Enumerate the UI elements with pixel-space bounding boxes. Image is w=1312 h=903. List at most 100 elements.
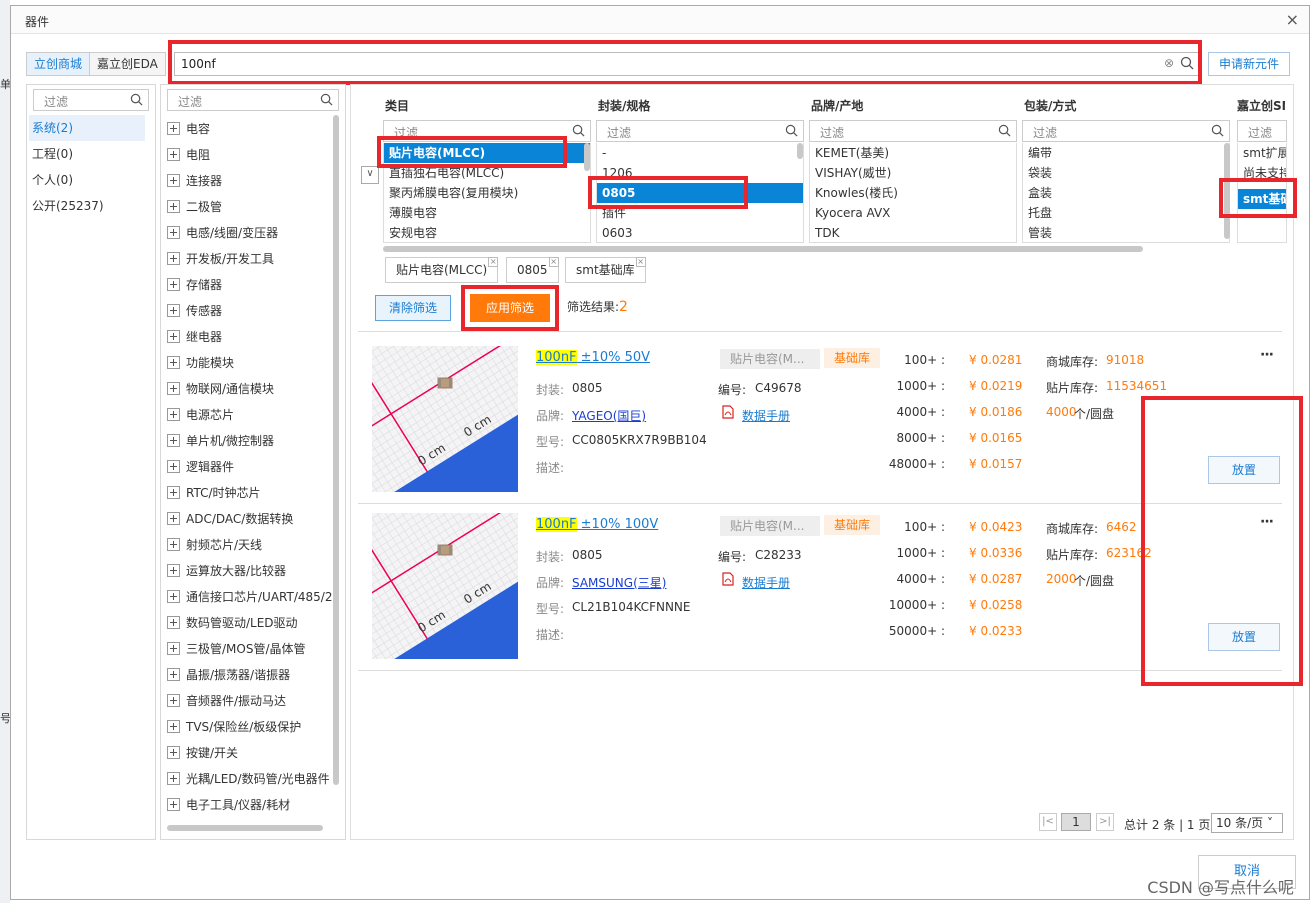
filter-option[interactable]: 1206 bbox=[597, 163, 803, 183]
expand-plus-icon[interactable] bbox=[167, 537, 180, 551]
close-icon[interactable]: × bbox=[1286, 10, 1299, 29]
prev-page-button[interactable]: |< bbox=[1039, 813, 1057, 831]
brand-link[interactable]: SAMSUNG(三星) bbox=[572, 574, 666, 591]
expand-plus-icon[interactable] bbox=[167, 121, 180, 135]
expand-plus-icon[interactable] bbox=[167, 199, 180, 213]
place-button[interactable]: 放置 bbox=[1208, 623, 1280, 651]
filter-option[interactable]: Knowles(楼氏) bbox=[810, 183, 1016, 203]
more-icon[interactable]: ··· bbox=[1260, 347, 1274, 363]
filter-option[interactable]: 聚丙烯膜电容(复用模块) bbox=[384, 183, 590, 203]
expand-plus-icon[interactable] bbox=[167, 407, 180, 421]
expand-plus-icon[interactable] bbox=[167, 225, 180, 239]
expand-plus-icon[interactable] bbox=[167, 641, 180, 655]
filter-option[interactable]: 袋装 bbox=[1023, 163, 1229, 183]
category-hscrollbar[interactable] bbox=[167, 825, 323, 831]
category-item[interactable]: 音频器件/振动马达 bbox=[167, 687, 337, 713]
search-input[interactable]: 100nf ⊗ bbox=[174, 52, 1199, 76]
category-item[interactable]: 开发板/开发工具 bbox=[167, 245, 337, 271]
filter-chip[interactable]: 贴片电容(MLCC) × bbox=[385, 257, 499, 283]
col-scroll[interactable] bbox=[584, 143, 590, 171]
expand-plus-icon[interactable] bbox=[167, 563, 180, 577]
clear-icon[interactable]: ⊗ bbox=[1164, 56, 1174, 70]
library-item-personal[interactable]: 个人(0) bbox=[29, 167, 145, 193]
collapse-chevron-icon[interactable]: ∨ bbox=[361, 166, 379, 184]
filter-option[interactable]: TDK bbox=[810, 223, 1016, 242]
next-page-button[interactable]: >| bbox=[1096, 813, 1114, 831]
filter-chip[interactable]: smt基础库 × bbox=[565, 257, 646, 283]
category-item[interactable]: 物联网/通信模块 bbox=[167, 375, 337, 401]
filter-option[interactable]: 直插独石电容(MLCC) bbox=[384, 163, 590, 183]
filter-option[interactable]: 0805 bbox=[597, 183, 803, 203]
category-scrollbar[interactable] bbox=[333, 115, 339, 785]
page-number[interactable]: 1 bbox=[1061, 813, 1091, 831]
category-item[interactable]: 传感器 bbox=[167, 297, 337, 323]
clear-filter-button[interactable]: 清除筛选 bbox=[375, 295, 451, 321]
category-item[interactable]: 继电器 bbox=[167, 323, 337, 349]
product-title[interactable]: 100nF ±10% 50V bbox=[536, 350, 650, 365]
library-item-public[interactable]: 公开(25237) bbox=[29, 193, 145, 219]
category-item[interactable]: 光耦/LED/数码管/光电器件 bbox=[167, 765, 337, 791]
filter-hscrollbar[interactable] bbox=[383, 246, 1143, 252]
expand-plus-icon[interactable] bbox=[167, 797, 180, 811]
filter-option[interactable]: KEMET(基美) bbox=[810, 143, 1016, 163]
expand-plus-icon[interactable] bbox=[167, 511, 180, 525]
category-item[interactable]: 晶振/振荡器/谐振器 bbox=[167, 661, 337, 687]
chip-close-icon[interactable]: × bbox=[548, 257, 559, 267]
filter-option[interactable]: smt基础库 bbox=[1238, 189, 1286, 209]
expand-plus-icon[interactable] bbox=[167, 719, 180, 733]
filter-option[interactable]: 插件 bbox=[597, 203, 803, 223]
tab-jlc-eda[interactable]: 嘉立创EDA bbox=[90, 53, 165, 75]
library-item-project[interactable]: 工程(0) bbox=[29, 141, 145, 167]
column-filter-input[interactable]: 过滤 bbox=[809, 120, 1017, 142]
library-item-system[interactable]: 系统(2) bbox=[29, 115, 145, 141]
category-item[interactable]: ADC/DAC/数据转换 bbox=[167, 505, 337, 531]
column-filter-input[interactable]: 过滤 bbox=[1237, 120, 1287, 142]
expand-plus-icon[interactable] bbox=[167, 433, 180, 447]
category-item[interactable]: 三极管/MOS管/晶体管 bbox=[167, 635, 337, 661]
datasheet-link[interactable]: 数据手册 bbox=[742, 574, 790, 591]
filter-option[interactable]: VISHAY(威世) bbox=[810, 163, 1016, 183]
expand-plus-icon[interactable] bbox=[167, 459, 180, 473]
filter-chip[interactable]: 0805 × bbox=[506, 257, 559, 283]
product-image[interactable]: 0 cm 0 cm bbox=[372, 513, 518, 659]
category-item[interactable]: 电感/线圈/变压器 bbox=[167, 219, 337, 245]
category-item[interactable]: 电容 bbox=[167, 115, 337, 141]
category-item[interactable]: 电子工具/仪器/耗材 bbox=[167, 791, 337, 817]
category-item[interactable]: 二极管 bbox=[167, 193, 337, 219]
category-item[interactable]: 运算放大器/比较器 bbox=[167, 557, 337, 583]
category-item[interactable]: 逻辑器件 bbox=[167, 453, 337, 479]
filter-option[interactable]: smt扩展库 bbox=[1238, 143, 1286, 163]
filter-option[interactable]: 0603 bbox=[597, 223, 803, 242]
category-item[interactable]: 通信接口芯片/UART/485/232 bbox=[167, 583, 337, 609]
chip-close-icon[interactable]: × bbox=[488, 257, 499, 267]
expand-plus-icon[interactable] bbox=[167, 329, 180, 343]
product-image[interactable]: 0 cm 0 cm bbox=[372, 346, 518, 492]
filter-option[interactable]: 贴片电容(MLCC) bbox=[384, 143, 590, 163]
category-item[interactable]: RTC/时钟芯片 bbox=[167, 479, 337, 505]
column-filter-input[interactable]: 过滤 bbox=[1022, 120, 1230, 142]
column-filter-input[interactable]: 过滤 bbox=[383, 120, 591, 142]
apply-filter-button[interactable]: 应用筛选 bbox=[470, 294, 550, 322]
category-item[interactable]: 单片机/微控制器 bbox=[167, 427, 337, 453]
category-filter-input[interactable]: 过滤 bbox=[167, 89, 339, 111]
search-icon[interactable] bbox=[1180, 56, 1194, 70]
category-item[interactable]: 电阻 bbox=[167, 141, 337, 167]
filter-option[interactable]: 薄膜电容 bbox=[384, 203, 590, 223]
product-title[interactable]: 100nF ±10% 100V bbox=[536, 517, 658, 532]
filter-option[interactable]: Kyocera AVX bbox=[810, 203, 1016, 223]
filter-option[interactable]: - bbox=[597, 143, 803, 163]
filter-option[interactable]: 安规电容 bbox=[384, 223, 590, 242]
request-new-part-button[interactable]: 申请新元件 bbox=[1208, 52, 1290, 76]
category-item[interactable]: 按键/开关 bbox=[167, 739, 337, 765]
category-item[interactable]: 连接器 bbox=[167, 167, 337, 193]
chip-close-icon[interactable]: × bbox=[635, 257, 646, 267]
filter-option[interactable]: 尚未支持 bbox=[1238, 163, 1286, 183]
expand-plus-icon[interactable] bbox=[167, 381, 180, 395]
category-item[interactable]: 存储器 bbox=[167, 271, 337, 297]
expand-plus-icon[interactable] bbox=[167, 251, 180, 265]
expand-plus-icon[interactable] bbox=[167, 615, 180, 629]
expand-plus-icon[interactable] bbox=[167, 589, 180, 603]
filter-option[interactable]: 托盘 bbox=[1023, 203, 1229, 223]
tab-lcsc[interactable]: 立创商城 bbox=[27, 53, 91, 75]
col-scroll[interactable] bbox=[1224, 143, 1230, 239]
